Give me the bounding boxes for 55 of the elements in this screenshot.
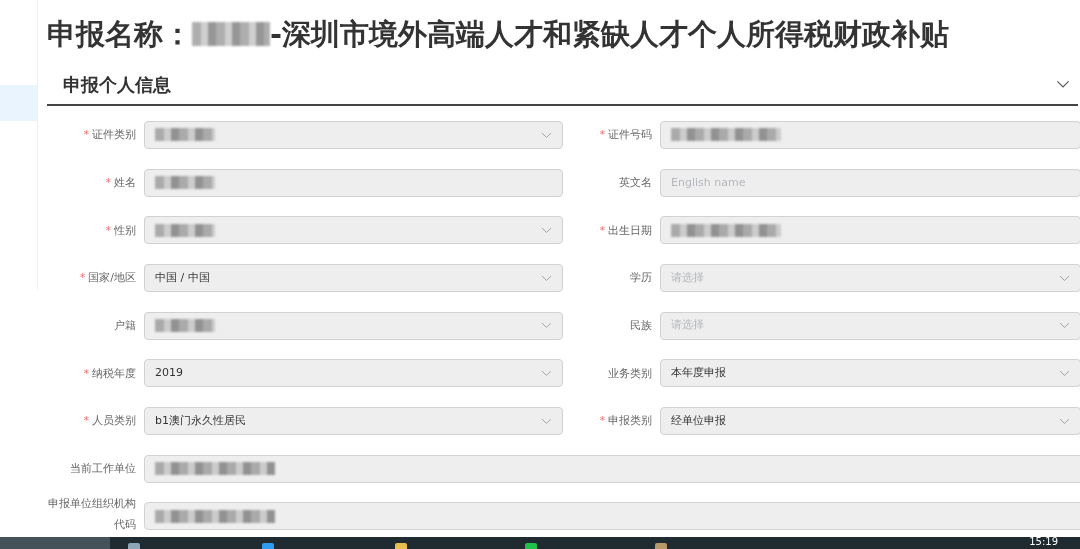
required-mark: * bbox=[599, 128, 605, 142]
input-field[interactable]: English name bbox=[660, 168, 1080, 197]
select-field[interactable]: 中国 / 中国 bbox=[144, 263, 563, 292]
required-mark: * bbox=[79, 271, 86, 285]
chevron-icon bbox=[541, 417, 552, 425]
select-field[interactable] bbox=[144, 216, 563, 245]
field-label: 证件类别 bbox=[92, 128, 136, 142]
select-field[interactable]: b1澳门永久性居民 bbox=[144, 406, 563, 435]
required-mark: * bbox=[105, 223, 111, 237]
required-mark: * bbox=[83, 366, 89, 380]
select-field[interactable]: 2019 bbox=[144, 359, 563, 388]
field-label: 申报类别 bbox=[608, 414, 652, 428]
input-field[interactable] bbox=[660, 120, 1080, 149]
page-title: 申报名称： bbox=[47, 16, 192, 53]
field-label: 性别 bbox=[114, 223, 136, 237]
chevron-icon bbox=[541, 274, 552, 282]
start-area[interactable] bbox=[0, 537, 110, 549]
field-label: 业务类别 bbox=[608, 366, 652, 380]
required-mark: * bbox=[105, 176, 111, 190]
input-field[interactable] bbox=[144, 454, 1080, 483]
field-label: 纳税年度 bbox=[92, 366, 136, 380]
input-field[interactable] bbox=[660, 216, 1080, 245]
clock-time: 15:19 bbox=[1029, 537, 1058, 548]
select-field[interactable] bbox=[144, 311, 563, 340]
section-header[interactable]: 申报个人信息 bbox=[47, 64, 1078, 106]
field-label: 姓名 bbox=[114, 176, 136, 190]
select-field[interactable]: 经单位申报 bbox=[660, 406, 1080, 435]
field-label: 出生日期 bbox=[608, 223, 652, 237]
field-label: 英文名 bbox=[619, 176, 652, 190]
chevron-icon bbox=[541, 322, 552, 329]
chevron-icon bbox=[541, 131, 552, 139]
select-field[interactable] bbox=[144, 120, 563, 149]
input-field[interactable] bbox=[144, 168, 563, 197]
field-label: 证件号码 bbox=[608, 128, 652, 142]
required-mark: * bbox=[83, 414, 89, 428]
required-mark: * bbox=[599, 414, 605, 428]
chevron-icon bbox=[541, 226, 552, 234]
chevron-icon bbox=[1059, 370, 1070, 377]
field-label: 人员类别 bbox=[92, 414, 136, 428]
required-mark: * bbox=[83, 128, 89, 142]
field-label: 国家/地区 bbox=[88, 271, 136, 285]
section-heading: 申报个人信息 bbox=[63, 72, 171, 97]
chevron-icon bbox=[1059, 417, 1070, 425]
chevron-icon bbox=[541, 370, 552, 377]
field-label: 户籍 bbox=[114, 319, 136, 333]
page-title: -深圳市境外高端人才和紧缺人才个人所得税财政补贴 bbox=[270, 16, 950, 53]
field-label: 学历 bbox=[630, 271, 652, 285]
chevron-icon bbox=[1059, 274, 1070, 282]
field-label: 民族 bbox=[630, 319, 652, 333]
required-mark: * bbox=[599, 223, 605, 237]
field-label: 申报单位组织机构代码 bbox=[48, 497, 136, 532]
chevron-icon bbox=[1059, 322, 1070, 329]
input-field[interactable] bbox=[144, 502, 1080, 531]
field-label: 当前工作单位 bbox=[70, 462, 136, 476]
select-field[interactable]: 本年度申报 bbox=[660, 359, 1080, 388]
